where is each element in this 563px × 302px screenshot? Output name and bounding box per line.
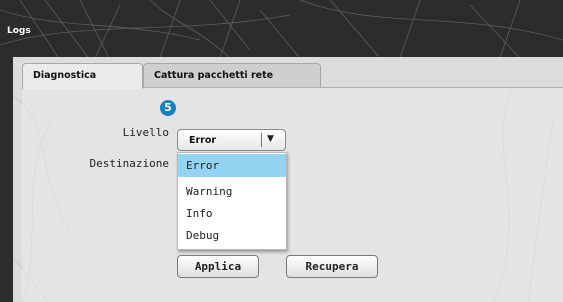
level-label: Livello: [122, 126, 169, 139]
level-select-value: Error: [189, 135, 217, 146]
tab-bar: Diagnostica Cattura pacchetti rete: [13, 57, 563, 89]
retrieve-button[interactable]: Recupera: [286, 255, 378, 278]
level-option-warning[interactable]: Warning: [178, 180, 286, 203]
select-divider: [261, 133, 262, 147]
window-title: Logs: [7, 26, 31, 36]
tab-cattura-pacchetti-rete[interactable]: Cattura pacchetti rete: [143, 63, 321, 88]
level-option-debug[interactable]: Debug: [178, 224, 286, 247]
destination-label: Destinazione: [89, 157, 169, 170]
window-frame: Logs Diagnostica Cattura pacchetti rete …: [0, 0, 563, 302]
triangle-down-icon[interactable]: ▼: [267, 134, 274, 144]
tab-diagnostica[interactable]: Diagnostica: [22, 63, 143, 89]
level-dropdown-list: Error Warning Info Debug: [177, 152, 287, 250]
apply-button[interactable]: Applica: [177, 255, 259, 278]
level-option-info[interactable]: Info: [178, 202, 286, 225]
level-option-error[interactable]: Error: [178, 154, 286, 177]
level-select[interactable]: Error ▼: [177, 129, 286, 151]
callout-badge: 5: [160, 100, 176, 116]
